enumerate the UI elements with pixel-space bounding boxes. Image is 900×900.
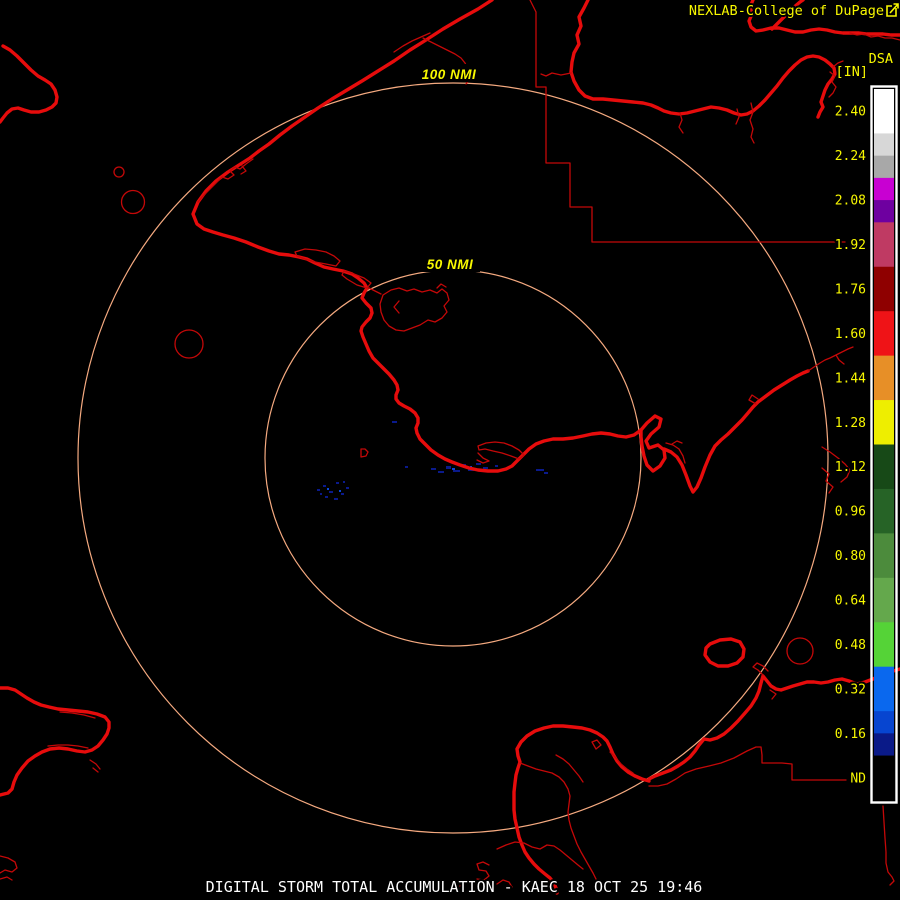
range-rings xyxy=(78,83,828,833)
coastline-knot xyxy=(641,416,665,471)
colorbar-segment xyxy=(874,445,894,490)
colorbar-segment xyxy=(874,400,894,445)
colorbar-segment xyxy=(874,200,894,223)
radar-display: 100 NMI 50 NMI 2.40 2.24 2.08 1.92 1.76 1.60 1… xyxy=(0,0,900,900)
colorbar-label: 1.92 xyxy=(835,238,866,253)
colorbar-label: 0.96 xyxy=(835,505,866,520)
colorbar-label: 0.80 xyxy=(835,549,866,564)
colorbar-segment xyxy=(874,489,894,534)
county-boundary-southeast xyxy=(649,747,894,885)
colorbar-label: 1.28 xyxy=(835,416,866,431)
colorbar-segment xyxy=(874,578,894,623)
colorbar-label: 0.48 xyxy=(835,638,866,653)
colorbar-segment xyxy=(874,733,894,756)
lake-southeast xyxy=(787,638,813,664)
colorbar-segment xyxy=(874,667,894,712)
colorbar-segment xyxy=(874,89,894,134)
island-southeast xyxy=(705,639,744,666)
external-link-icon xyxy=(887,4,898,16)
coastline-lower-left xyxy=(0,688,109,795)
colorbar-label: 0.16 xyxy=(835,727,866,742)
colorbar-label: ND xyxy=(850,771,866,786)
coastline-east-inlet xyxy=(664,371,808,492)
colorbar-segment xyxy=(874,756,894,801)
colorbar-segment xyxy=(874,356,894,401)
range-ring-50nmi xyxy=(265,270,641,646)
colorbar-label: 1.44 xyxy=(835,371,866,386)
brand-label: NEXLAB-College of DuPage xyxy=(689,3,884,19)
colorbar-label: 0.64 xyxy=(835,594,866,609)
precip-echoes xyxy=(317,421,548,500)
colorbar-segment xyxy=(874,222,894,267)
lake-small-upper-left xyxy=(114,167,124,177)
coastal-detail-lines xyxy=(198,33,571,331)
range-ring-100nmi xyxy=(78,83,828,833)
product-code-label: DSA xyxy=(869,51,893,67)
range-ring-label-50nmi: 50 NMI xyxy=(427,257,474,272)
coastline-upper-left xyxy=(0,46,57,122)
lake-upper-left xyxy=(122,191,145,214)
colorbar-label: 2.08 xyxy=(835,194,866,209)
range-ring-label-100nmi: 100 NMI xyxy=(422,67,477,82)
colorbar-label: 1.60 xyxy=(835,327,866,342)
colorbar-segment xyxy=(874,533,894,578)
product-title: DIGITAL STORM TOTAL ACCUMULATION - KAEC … xyxy=(206,878,703,896)
colorbar-label: 0.32 xyxy=(835,682,866,697)
colorbar-label: 2.24 xyxy=(835,149,866,164)
coastal-detail-center xyxy=(361,395,758,463)
colorbar-segment xyxy=(874,156,894,179)
coastal-detail-east xyxy=(679,33,900,699)
colorbar-segment xyxy=(874,267,894,312)
colorbar: 2.40 2.24 2.08 1.92 1.76 1.60 1.44 1.28 1.12 0.96… xyxy=(835,89,894,801)
radar-canvas: 100 NMI 50 NMI 2.40 2.24 2.08 1.92 1.76 1.60 1… xyxy=(0,0,900,900)
map-outlines xyxy=(0,0,900,893)
colorbar-label: 2.40 xyxy=(835,105,866,120)
lake-mid-left xyxy=(175,330,203,358)
colorbar-label: 1.12 xyxy=(835,460,866,475)
coastal-detail-south xyxy=(0,712,633,887)
colorbar-label: 1.76 xyxy=(835,282,866,297)
range-ring-labels: 100 NMI 50 NMI xyxy=(415,64,483,272)
product-units-label: [IN] xyxy=(835,64,868,80)
colorbar-segment xyxy=(874,178,894,201)
colorbar-segment xyxy=(874,311,894,356)
colorbar-segment xyxy=(874,133,894,156)
colorbar-segment xyxy=(874,622,894,667)
colorbar-segment xyxy=(874,711,894,734)
